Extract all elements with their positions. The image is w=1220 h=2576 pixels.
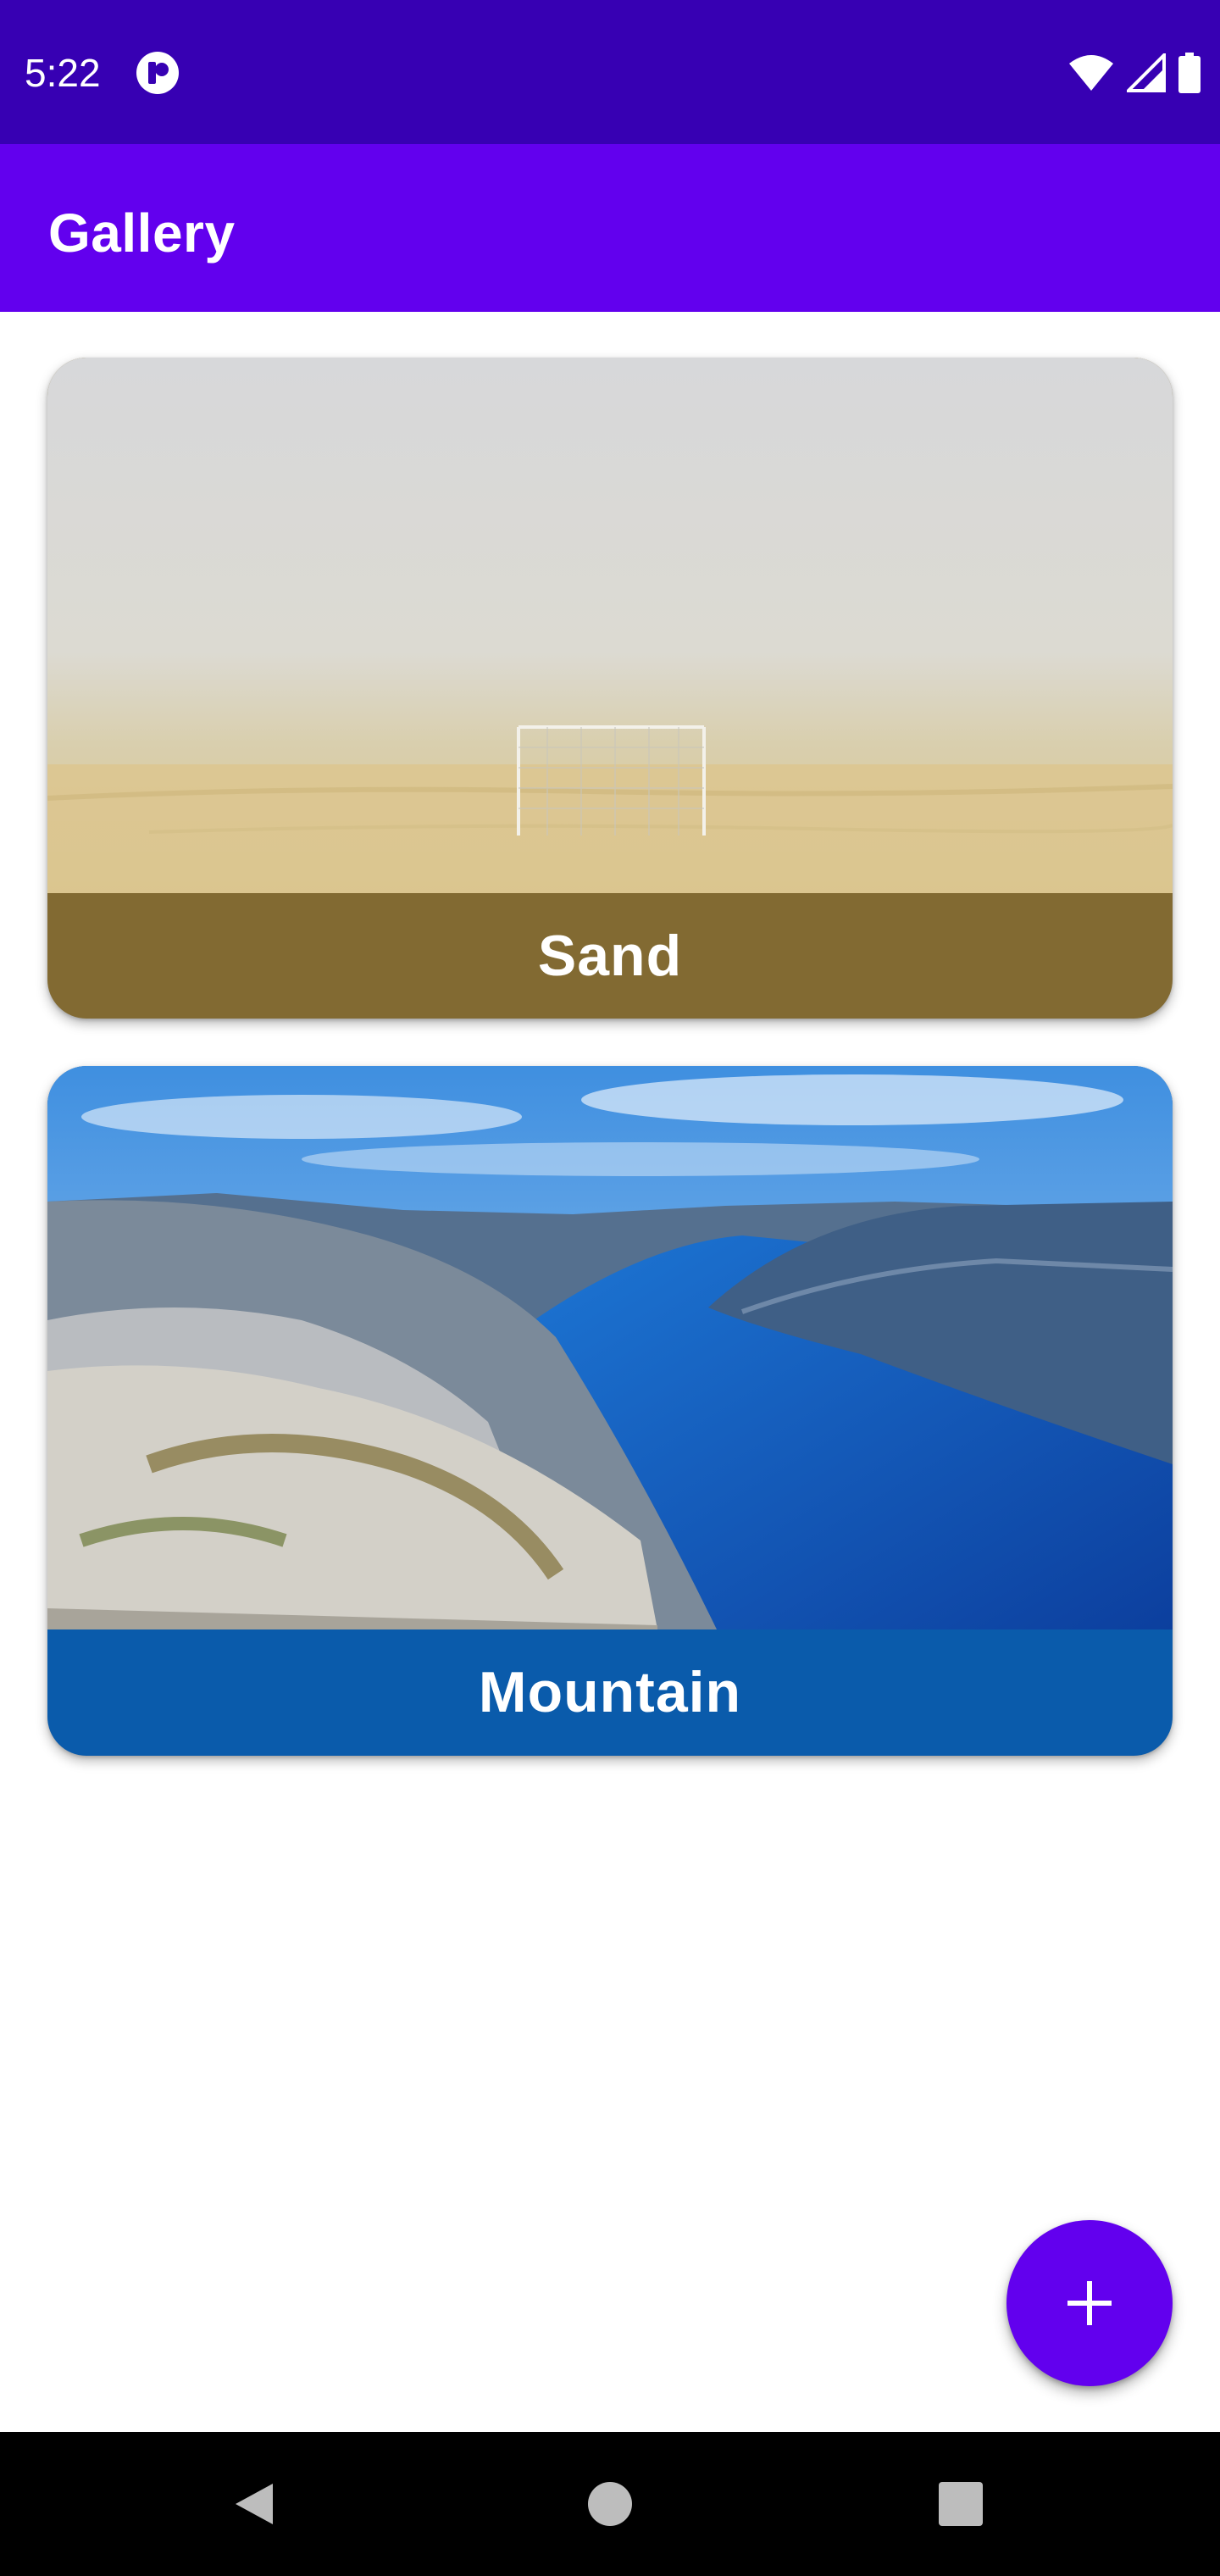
plus-icon	[1068, 2281, 1112, 2325]
system-nav-bar	[0, 2432, 1220, 2576]
card-caption-sand: Sand	[537, 924, 683, 988]
nav-recents-button[interactable]	[901, 2432, 1020, 2576]
nav-home-button[interactable]	[551, 2432, 669, 2576]
app-notification-icon	[136, 52, 179, 94]
sand-field-goal-photo	[47, 358, 1173, 893]
wifi-icon	[1069, 55, 1113, 91]
status-icons	[1068, 51, 1201, 95]
status-bar: 5:22	[0, 0, 1220, 144]
app-bar: Gallery	[0, 144, 1220, 312]
page-title: Gallery	[48, 203, 236, 264]
add-button[interactable]	[1006, 2220, 1173, 2386]
status-time: 5:22	[25, 51, 101, 95]
back-icon	[236, 2484, 273, 2524]
signal-icon	[1127, 53, 1166, 92]
card-caption-mountain: Mountain	[478, 1660, 742, 1724]
recents-icon	[939, 2482, 983, 2526]
gallery-card-mountain[interactable]: Mountain	[47, 1066, 1173, 1756]
nav-back-button[interactable]	[195, 2432, 313, 2576]
gallery-card-sand[interactable]: Sand	[47, 358, 1173, 1019]
fjord-mountain-photo	[47, 1066, 1173, 1629]
battery-icon	[1178, 53, 1201, 93]
home-icon	[588, 2482, 632, 2526]
